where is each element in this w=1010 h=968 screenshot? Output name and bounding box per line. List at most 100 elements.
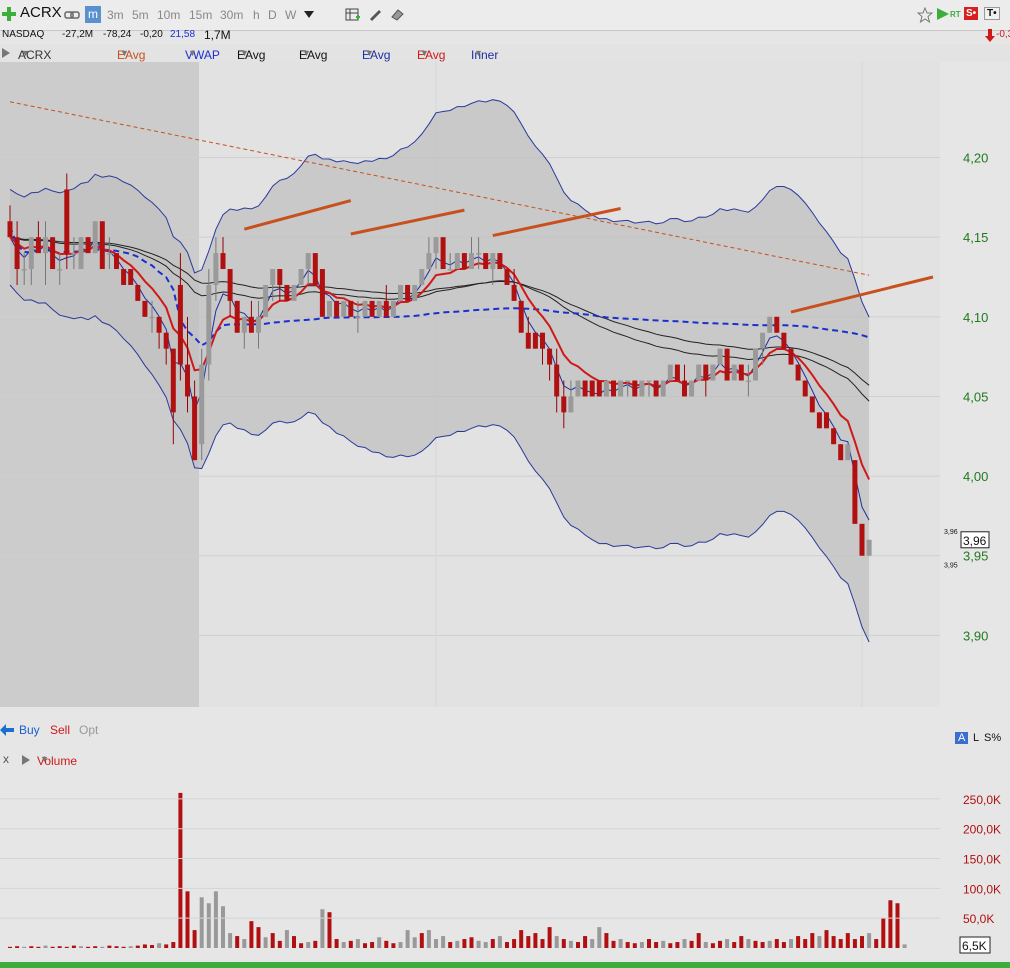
candle-body	[852, 460, 858, 524]
candle-body	[589, 380, 595, 397]
volume-bar	[441, 936, 446, 948]
volume-bar	[235, 936, 240, 948]
timeframe-15m[interactable]: 15m	[189, 8, 212, 22]
volume-bar	[568, 940, 573, 948]
down-arrow-icon	[985, 29, 995, 42]
timeframe-dropdown-icon[interactable]	[304, 11, 314, 19]
volume-bar	[171, 942, 176, 948]
volume-bar	[632, 943, 637, 948]
candle-body	[241, 316, 247, 333]
volume-bar	[355, 939, 360, 948]
candle-body	[745, 380, 751, 383]
timeframe-3m[interactable]: 3m	[107, 8, 124, 22]
volume-bar	[412, 937, 417, 948]
order-arrow-icon	[0, 724, 14, 736]
volume-bar	[817, 936, 822, 948]
quote-volume: 1,7M	[204, 28, 231, 42]
candle-body	[78, 237, 84, 270]
timeframe-5m[interactable]: 5m	[132, 8, 149, 22]
timeframe-day[interactable]: D	[268, 8, 277, 22]
buy-button[interactable]: Buy	[19, 723, 40, 737]
timeframe-1m[interactable]: m	[85, 6, 101, 23]
volume-bar	[426, 930, 431, 948]
percent-scale-button[interactable]: S%	[984, 732, 1001, 744]
candle-body	[866, 539, 872, 556]
volume-tick-label: 100,0K	[963, 882, 1001, 896]
price-chart[interactable]: 4,204,154,104,054,003,953,90 101111:34:0…	[0, 62, 1010, 720]
eraser-icon[interactable]	[390, 7, 404, 21]
candle-body	[561, 396, 567, 413]
candle-body	[405, 284, 411, 301]
candle-body	[511, 284, 517, 301]
candle-body	[362, 300, 368, 317]
volume-bar	[29, 946, 34, 948]
volume-bar	[86, 946, 91, 948]
volume-bar	[696, 933, 701, 948]
candle-body	[859, 523, 865, 556]
volume-bar	[611, 940, 616, 948]
volume-bar	[419, 933, 424, 948]
candle-body	[256, 316, 261, 333]
candle-body	[611, 380, 616, 397]
volume-bar	[505, 942, 509, 948]
volume-bar	[895, 903, 900, 948]
timeframe-10m[interactable]: 10m	[157, 8, 180, 22]
sell-button[interactable]: Sell	[50, 723, 70, 737]
favorite-star-icon[interactable]	[917, 7, 933, 23]
volume-bar	[796, 936, 801, 948]
candle-body	[433, 237, 439, 254]
candle-body	[270, 269, 276, 285]
candle-body	[142, 300, 148, 317]
sell-short-badge[interactable]: S•	[964, 7, 979, 20]
chart-settings-icon[interactable]	[345, 7, 361, 23]
volume-bar	[590, 939, 595, 948]
volume-bar	[803, 939, 808, 948]
candle-body	[753, 348, 758, 381]
grip-icon[interactable]	[2, 48, 10, 58]
candle-body	[518, 300, 524, 333]
log-scale-button[interactable]: L	[973, 732, 979, 744]
volume-bar	[831, 936, 836, 948]
quote-value-2: -78,24	[103, 29, 132, 40]
link-icon[interactable]	[64, 9, 80, 21]
volume-chart[interactable]: 250,0K 200,0K 150,0K 100,0K 50,0K 6,5K	[0, 768, 1010, 962]
draw-tool-icon[interactable]	[368, 7, 382, 21]
candle-body	[632, 380, 638, 397]
close-volume-pane-button[interactable]: x	[3, 752, 9, 766]
volume-bar	[604, 933, 609, 948]
candle-body	[192, 396, 198, 461]
timeframe-hour[interactable]: h	[253, 8, 260, 22]
volume-bar	[22, 946, 27, 948]
trade-badge[interactable]: T•	[984, 7, 1000, 20]
candle-body	[816, 412, 822, 429]
add-symbol-icon[interactable]	[2, 7, 16, 21]
candle-body	[398, 284, 403, 301]
symbol-field[interactable]: ACRX	[20, 4, 62, 21]
volume-bar	[647, 939, 651, 948]
timeframe-week[interactable]: W	[285, 8, 296, 22]
auto-scale-button[interactable]: A	[955, 732, 969, 744]
candle-body	[99, 221, 105, 270]
volume-bar	[519, 930, 524, 948]
volume-bar	[725, 939, 730, 948]
candle-body	[788, 348, 794, 365]
candle-body	[106, 253, 112, 255]
timeframe-30m[interactable]: 30m	[220, 8, 243, 22]
candle-body	[248, 316, 254, 333]
candle-body	[447, 269, 453, 271]
candle-body	[64, 189, 70, 254]
candle-body	[469, 253, 474, 270]
candle-body	[625, 380, 631, 383]
candle-body	[305, 253, 311, 270]
candle-body	[291, 284, 297, 301]
volume-bar	[50, 946, 55, 948]
volume-bar	[320, 909, 325, 948]
volume-grip-icon[interactable]	[22, 755, 30, 765]
y-tick-label: 4,05	[963, 389, 988, 404]
volume-bar	[774, 939, 779, 948]
volume-bar	[810, 933, 815, 948]
candle-body	[838, 444, 844, 461]
option-button[interactable]: Opt	[79, 723, 98, 737]
candle-body	[369, 300, 375, 317]
volume-bar	[341, 942, 346, 948]
